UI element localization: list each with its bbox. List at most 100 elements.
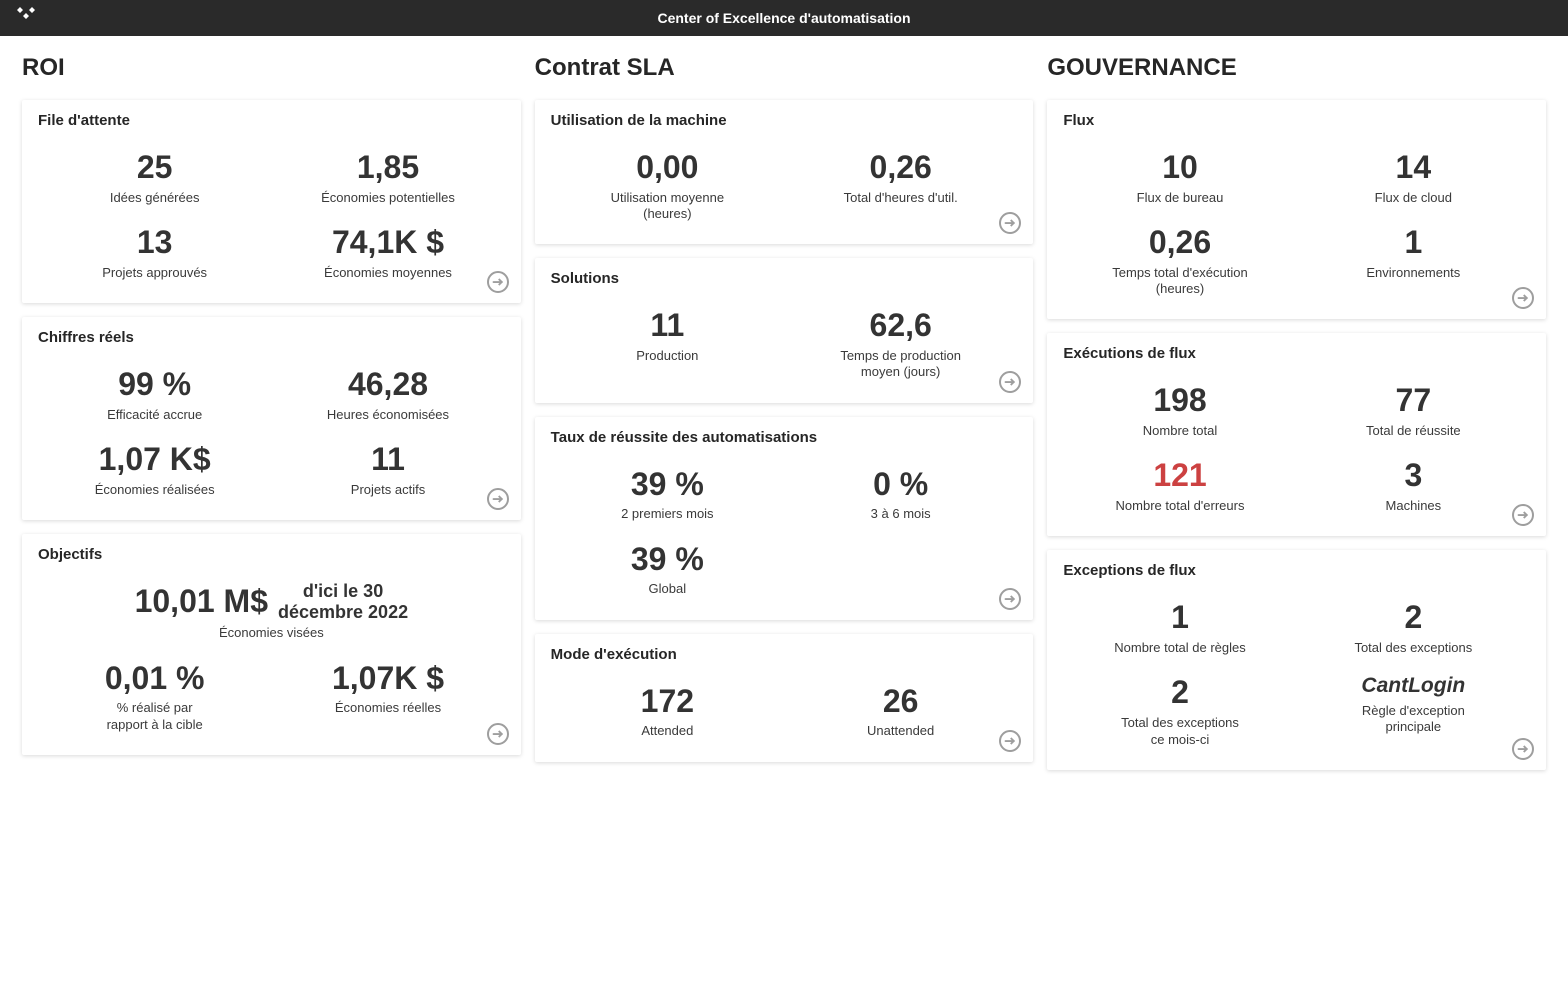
card-title-flow-runs: Exécutions de flux [1063,345,1530,362]
metric-value: 198 [1067,382,1292,419]
metric-label: Total d'heures d'util. [788,190,1013,206]
card-runmode: Mode d'exécution 172 Attended 26 Unatten… [535,634,1034,762]
card-flows: Flux 10 Flux de bureau 14 Flux de cloud … [1047,100,1546,319]
card-title-flow-exceptions: Exceptions de flux [1063,562,1530,579]
card-queue: File d'attente 25 Idées générées 1,85 Éc… [22,100,521,303]
column-governance: GOUVERNANCE Flux 10 Flux de bureau 14 Fl… [1047,54,1546,784]
metric-total-rules: 1 Nombre total de règles [1063,593,1296,668]
metric-value: 1 [1301,224,1526,261]
metric-label: Économies réalisées [42,482,267,498]
drillthrough-icon[interactable] [999,212,1021,234]
metric-label: Unattended [788,723,1013,739]
metric-value: 0 % [788,466,1013,503]
metric-value: 26 [788,683,1013,720]
card-title-flows: Flux [1063,112,1530,129]
metric-value: 0,01 % [42,660,267,697]
metric-label: Temps de production moyen (jours) [788,348,1013,381]
metric-label: Projets approuvés [42,265,267,281]
metric-label: Nombre total [1067,423,1292,439]
card-solutions: Solutions 11 Production 62,6 Temps de pr… [535,258,1034,402]
metric-value: 62,6 [788,307,1013,344]
metric-unattended: 26 Unattended [784,677,1017,752]
metric-desktop-flows: 10 Flux de bureau [1063,143,1296,218]
card-title-machine: Utilisation de la machine [551,112,1018,129]
card-flow-runs: Exécutions de flux 198 Nombre total 77 T… [1047,333,1546,536]
metric-label: Total des exceptions ce mois-ci [1067,715,1292,748]
drillthrough-icon[interactable] [1512,504,1534,526]
drillthrough-icon[interactable] [999,371,1021,393]
metric-value: 46,28 [275,366,500,403]
metric-label: Idées générées [42,190,267,206]
drillthrough-icon[interactable] [999,588,1021,610]
metric-ideas: 25 Idées générées [38,143,271,218]
metric-value: 25 [42,149,267,186]
card-title-queue: File d'attente [38,112,505,129]
metric-real-savings: 1,07K $ Économies réelles [271,654,504,745]
drillthrough-icon[interactable] [1512,738,1534,760]
card-actuals: Chiffres réels 99 % Efficacité accrue 46… [22,317,521,520]
metric-label: Environnements [1301,265,1526,281]
metric-label: Temps total d'exécution (heures) [1067,265,1292,298]
metric-value: 74,1K $ [275,224,500,261]
metric-main-rule: CantLogin Règle d'exception principale [1297,668,1530,759]
metric-efficiency: 99 % Efficacité accrue [38,360,271,435]
card-success-rate: Taux de réussite des automatisations 39 … [535,417,1034,620]
section-title-sla: Contrat SLA [535,54,1034,82]
metric-global: 39 % Global [551,535,784,610]
metric-label: Utilisation moyenne (heures) [555,190,780,223]
app-logo-icon [14,5,38,34]
metric-value: 99 % [42,366,267,403]
card-title-actuals: Chiffres réels [38,329,505,346]
metric-label: Flux de bureau [1067,190,1292,206]
metric-value: 1,07 K$ [42,441,267,478]
metric-value: 13 [42,224,267,261]
drillthrough-icon[interactable] [487,271,509,293]
metric-label: Flux de cloud [1301,190,1526,206]
metric-label: 3 à 6 mois [788,506,1013,522]
goal-target-value: 10,01 M$ [135,583,268,620]
metric-label: Économies moyennes [275,265,500,281]
metric-value: 14 [1301,149,1526,186]
goal-target: 10,01 M$ d'ici le 30 décembre 2022 [38,577,505,624]
column-roi: ROI File d'attente 25 Idées générées 1,8… [22,54,521,784]
metric-value: 2 [1301,599,1526,636]
dashboard: ROI File d'attente 25 Idées générées 1,8… [0,36,1568,802]
drillthrough-icon[interactable] [487,723,509,745]
metric-value: 1,85 [275,149,500,186]
metric-cloud-flows: 14 Flux de cloud [1297,143,1530,218]
metric-realized-savings: 1,07 K$ Économies réalisées [38,435,271,510]
metric-label: % réalisé par rapport à la cible [42,700,267,733]
card-machine-usage: Utilisation de la machine 0,00 Utilisati… [535,100,1034,244]
goal-target-date: d'ici le 30 décembre 2022 [278,581,408,622]
drillthrough-icon[interactable] [999,730,1021,752]
goal-target-label: Économies visées [38,625,505,640]
metric-value: 11 [555,307,780,344]
drillthrough-icon[interactable] [487,488,509,510]
metric-total-runs: 198 Nombre total [1063,376,1296,451]
metric-value: CantLogin [1301,674,1526,698]
metric-machines: 3 Machines [1297,451,1530,526]
card-goals: Objectifs 10,01 M$ d'ici le 30 décembre … [22,534,521,755]
metric-error-runs: 121 Nombre total d'erreurs [1063,451,1296,526]
card-title-solutions: Solutions [551,270,1018,287]
metric-total-runtime: 0,26 Temps total d'exécution (heures) [1063,218,1296,309]
metric-label: Règle d'exception principale [1301,703,1526,736]
metric-label: Total des exceptions [1301,640,1526,656]
metric-prod-time: 62,6 Temps de production moyen (jours) [784,301,1017,392]
metric-value: 10 [1067,149,1292,186]
metric-value-error: 121 [1067,457,1292,494]
app-header: Center of Excellence d'automatisation [0,0,1568,36]
metric-3to6months: 0 % 3 à 6 mois [784,460,1017,535]
metric-value: 1 [1067,599,1292,636]
card-title-success: Taux de réussite des automatisations [551,429,1018,446]
metric-value: 3 [1301,457,1526,494]
metric-value: 2 [1067,674,1292,711]
metric-value: 1,07K $ [275,660,500,697]
drillthrough-icon[interactable] [1512,287,1534,309]
metric-value: 0,26 [1067,224,1292,261]
metric-approved: 13 Projets approuvés [38,218,271,293]
metric-total-exceptions: 2 Total des exceptions [1297,593,1530,668]
metric-production: 11 Production [551,301,784,392]
metric-label: Global [555,581,780,597]
metric-label: Projets actifs [275,482,500,498]
